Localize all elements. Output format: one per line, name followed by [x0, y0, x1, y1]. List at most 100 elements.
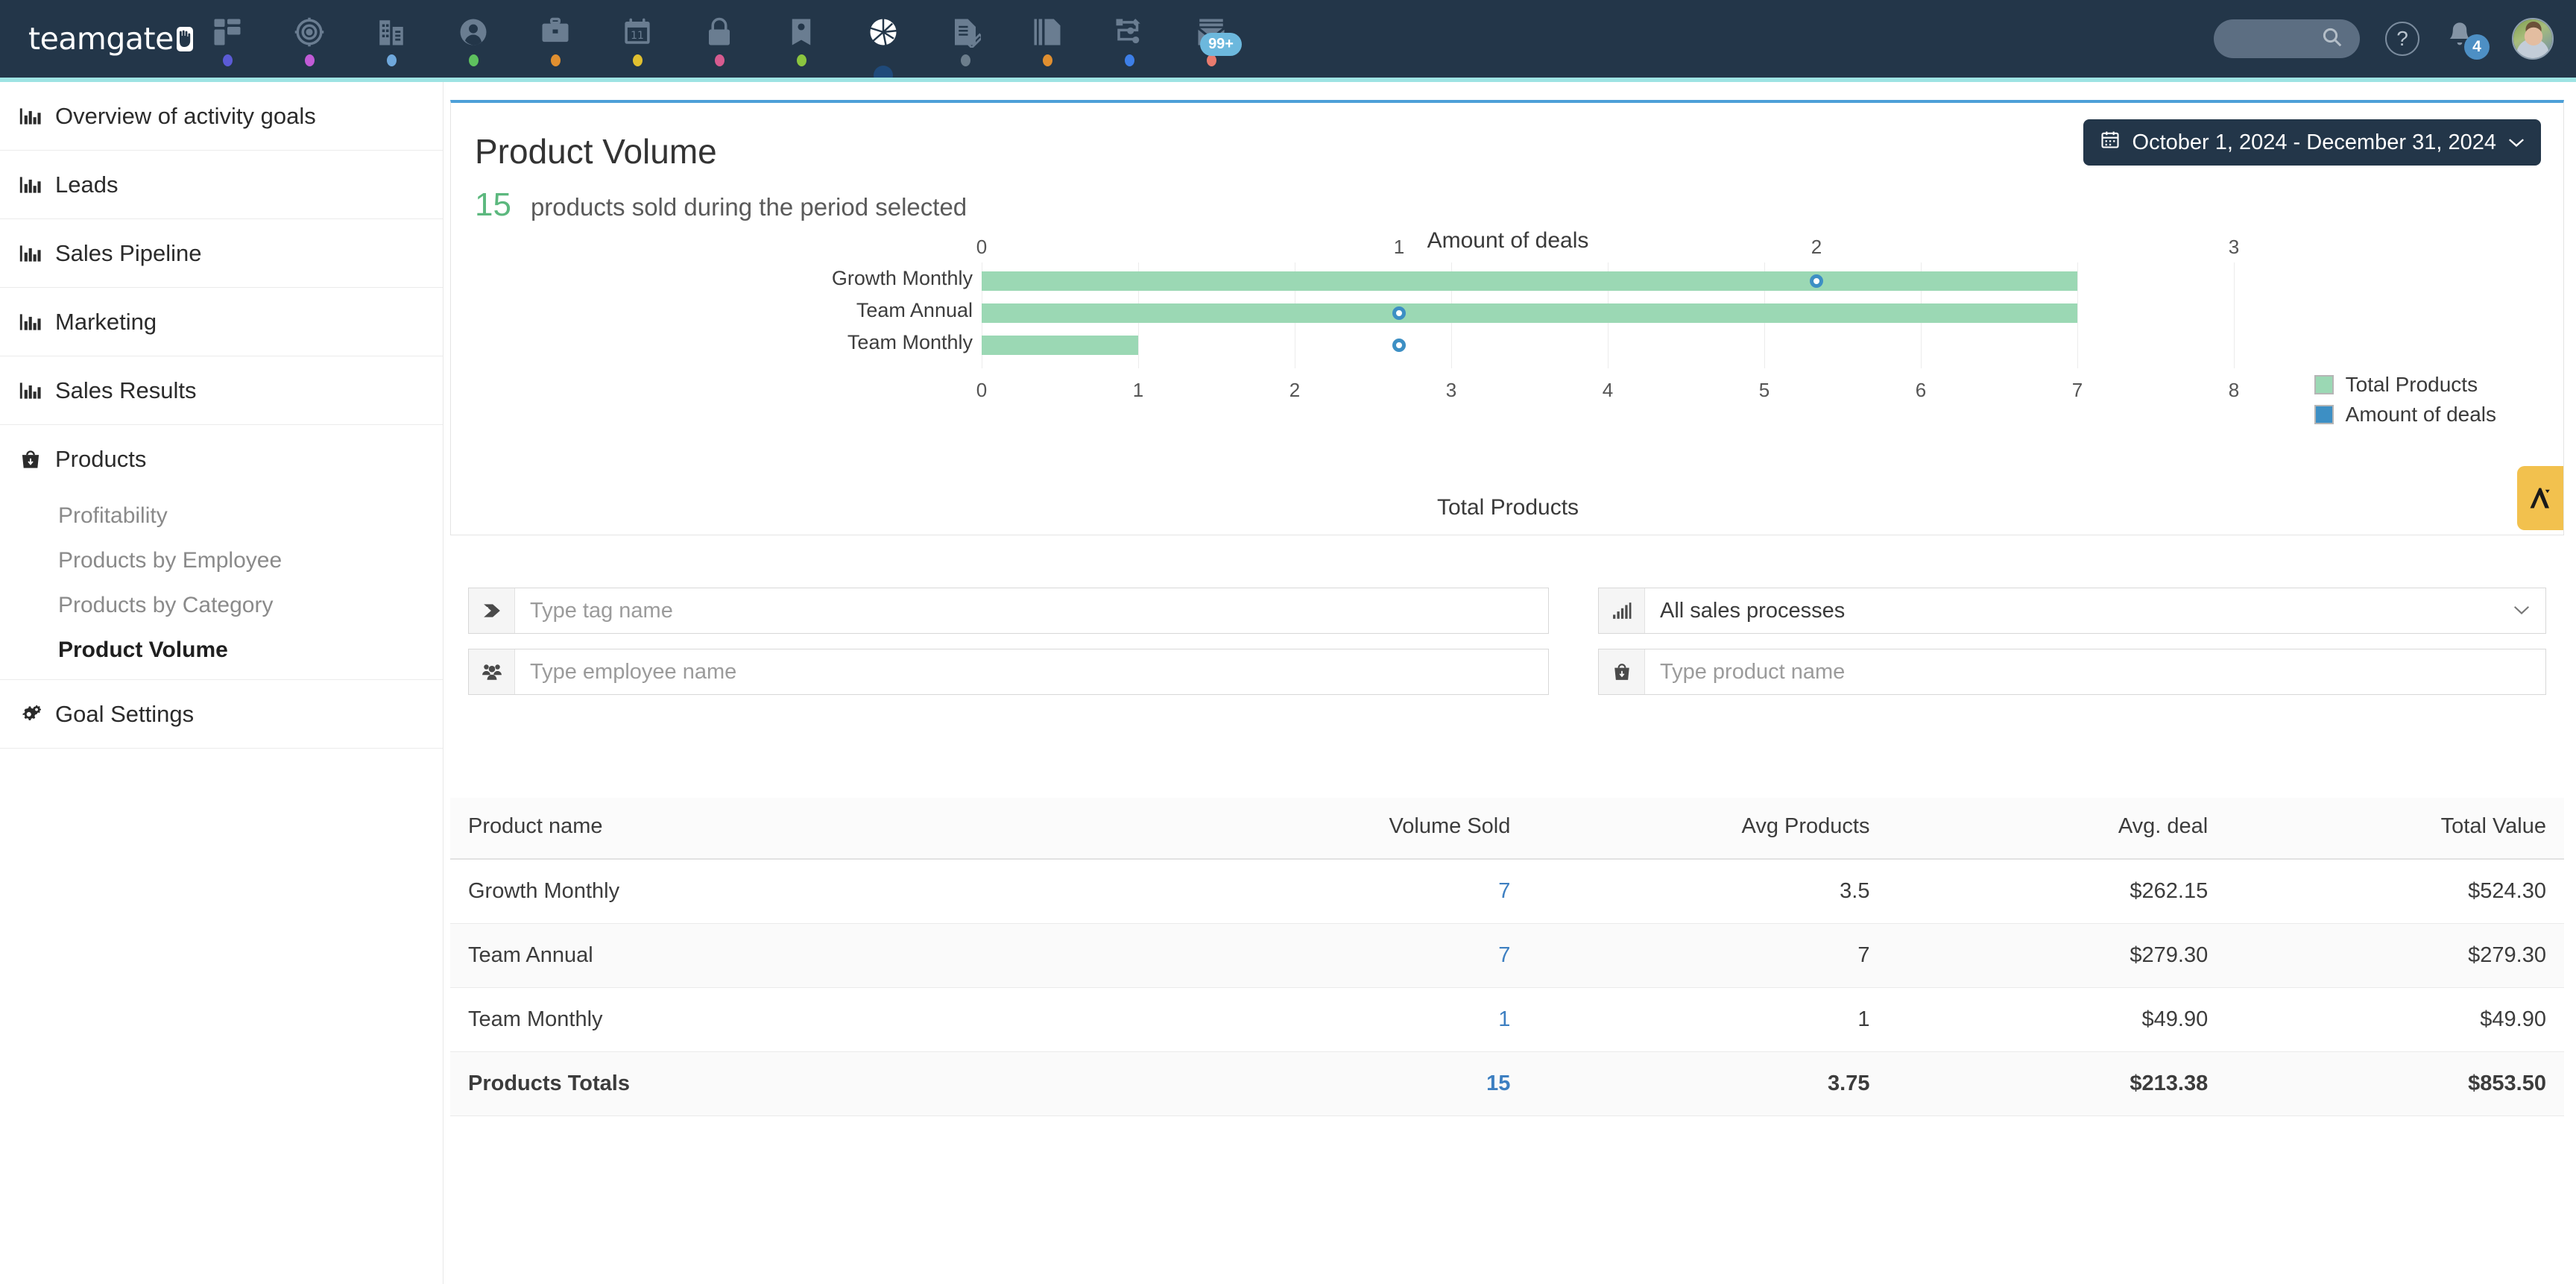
help-button[interactable]: ? — [2385, 22, 2419, 56]
sidebar-item-products[interactable]: Products — [0, 425, 443, 494]
sidebar-subitem-products-by-category[interactable]: Products by Category — [0, 583, 443, 628]
nav-item-calendar[interactable]: 11 — [596, 4, 678, 82]
cell-total-value: $524.30 — [2226, 859, 2564, 924]
cell-volume-sold[interactable]: 7 — [1169, 859, 1529, 924]
sales-process-select[interactable]: All sales processes — [1598, 588, 2546, 634]
nav-dot — [1042, 54, 1052, 66]
nav-item-mail[interactable]: 99+ — [1170, 4, 1252, 82]
bottom-tick: 2 — [1289, 379, 1301, 401]
sidebar-subitem-label: Products by Category — [58, 593, 274, 617]
cell-total-value: $279.30 — [2226, 923, 2564, 988]
cell-totals-label: Products Totals — [450, 1051, 1169, 1116]
document-edit-icon — [950, 15, 981, 49]
legend-item-amount-of-deals[interactable]: Amount of deals — [2314, 403, 2496, 427]
question-mark-icon: ? — [2396, 27, 2408, 50]
nav-dot — [550, 54, 561, 66]
bar-chart-icon — [18, 244, 43, 263]
sidebar-subitem-product-volume[interactable]: Product Volume — [0, 628, 443, 680]
column-header-avg-products[interactable]: Avg Products — [1528, 798, 1888, 860]
employee-filter-input[interactable] — [515, 659, 1548, 685]
calendar-icon: 11 — [622, 15, 653, 49]
sidebar-item-label: Sales Results — [55, 377, 197, 403]
teamgate-mark-icon[interactable] — [2517, 466, 2563, 530]
cell-product-name: Team Annual — [450, 923, 1169, 988]
sidebar-item-overview-of-activity-goals[interactable]: Overview of activity goals — [0, 82, 443, 151]
nav-dot — [386, 54, 397, 66]
table-row[interactable]: Team Monthly 1 1 $49.90 $49.90 — [450, 987, 2564, 1052]
nav-item-companies[interactable] — [350, 4, 432, 82]
chart-category-label: Growth Monthly — [831, 267, 973, 289]
sidebar-item-label: Products — [55, 446, 147, 472]
bottom-tick: 8 — [2228, 379, 2240, 401]
top-navigation-bar: teamgate 11 99+ ? 4 — [0, 0, 2576, 85]
column-header-avg-deal[interactable]: Avg. deal — [1887, 798, 2226, 860]
cell-avg-products: 3.5 — [1528, 859, 1888, 924]
cell-totals-volume[interactable]: 15 — [1169, 1051, 1529, 1116]
pie-chart-icon — [868, 15, 899, 49]
main-content: Product Volume 15 products sold during t… — [444, 82, 2576, 1284]
nav-item-goals[interactable] — [268, 4, 350, 82]
chart-row-team-annual: Team Annual — [856, 299, 2234, 323]
documents-icon — [1032, 15, 1063, 49]
nav-item-dashboard[interactable] — [186, 4, 268, 82]
nav-dot — [1124, 54, 1134, 66]
gears-icon — [18, 705, 43, 724]
nav-item-insights[interactable] — [842, 4, 924, 85]
sidebar-item-label: Overview of activity goals — [55, 102, 316, 129]
product-volume-card: Product Volume 15 products sold during t… — [450, 100, 2564, 535]
notifications-button[interactable]: 4 — [2445, 19, 2490, 60]
cell-total-value: $49.90 — [2226, 987, 2564, 1052]
sidebar-subitem-profitability[interactable]: Profitability — [0, 494, 443, 538]
column-header-total-value[interactable]: Total Value — [2226, 798, 2564, 860]
nav-item-locked[interactable] — [678, 4, 760, 82]
sidebar-subitem-label: Products by Employee — [58, 548, 282, 573]
employee-filter[interactable] — [468, 649, 1549, 695]
nav-item-documents[interactable] — [1006, 4, 1088, 82]
sidebar-item-goal-settings[interactable]: Goal Settings — [0, 680, 443, 749]
chart-category-label: Team Annual — [856, 299, 973, 321]
legend-swatch — [2314, 405, 2334, 424]
cell-avg-deal: $262.15 — [1887, 859, 2226, 924]
nav-dot — [632, 54, 643, 66]
tag-filter-input[interactable] — [515, 598, 1548, 623]
table-row[interactable]: Team Annual 7 7 $279.30 $279.30 — [450, 923, 2564, 988]
sidebar-item-sales-pipeline[interactable]: Sales Pipeline — [0, 219, 443, 288]
products-bag-icon — [1599, 649, 1645, 694]
date-range-picker[interactable]: October 1, 2024 - December 31, 2024 — [2083, 119, 2541, 166]
nav-item-deals[interactable] — [514, 4, 596, 82]
avatar[interactable] — [2512, 18, 2554, 60]
people-icon — [469, 649, 515, 694]
cell-volume-sold[interactable]: 1 — [1169, 987, 1529, 1052]
bottom-tick: 0 — [976, 379, 988, 401]
calendar-icon — [2100, 129, 2121, 156]
marker-amount-of-deals — [1392, 306, 1406, 320]
column-header-product-name[interactable]: Product name — [450, 798, 1169, 860]
nav-item-quotes[interactable] — [924, 4, 1006, 82]
sidebar-item-sales-results[interactable]: Sales Results — [0, 356, 443, 425]
sidebar-subitem-products-by-employee[interactable]: Products by Employee — [0, 538, 443, 583]
search-input[interactable] — [2214, 19, 2360, 58]
tag-icon — [469, 588, 515, 633]
column-header-volume-sold[interactable]: Volume Sold — [1169, 798, 1529, 860]
sidebar-item-label: Marketing — [55, 308, 157, 335]
sidebar-item-marketing[interactable]: Marketing — [0, 288, 443, 356]
table-totals-row: Products Totals 15 3.75 $213.38 $853.50 — [450, 1051, 2564, 1116]
nav-item-contacts[interactable] — [432, 4, 514, 82]
product-filter[interactable] — [1598, 649, 2546, 695]
table-row[interactable]: Growth Monthly 7 3.5 $262.15 $524.30 — [450, 859, 2564, 924]
brand-logo[interactable]: teamgate — [0, 21, 193, 57]
nav-dot — [960, 54, 970, 66]
nav-item-workflow[interactable] — [1088, 4, 1170, 82]
legend-item-total-products[interactable]: Total Products — [2314, 373, 2496, 397]
top-tick: 3 — [2228, 236, 2240, 258]
tag-filter[interactable] — [468, 588, 1549, 634]
company-icon — [376, 15, 407, 49]
sales-process-value: All sales processes — [1660, 598, 1846, 623]
sidebar-item-leads[interactable]: Leads — [0, 151, 443, 219]
bar-chart-icon — [18, 107, 43, 126]
cell-volume-sold[interactable]: 7 — [1169, 923, 1529, 988]
product-filter-input[interactable] — [1645, 659, 2545, 685]
bar-chart-icon — [18, 312, 43, 332]
nav-item-tags[interactable] — [760, 4, 842, 82]
filter-bar: All sales processes — [450, 580, 2564, 695]
